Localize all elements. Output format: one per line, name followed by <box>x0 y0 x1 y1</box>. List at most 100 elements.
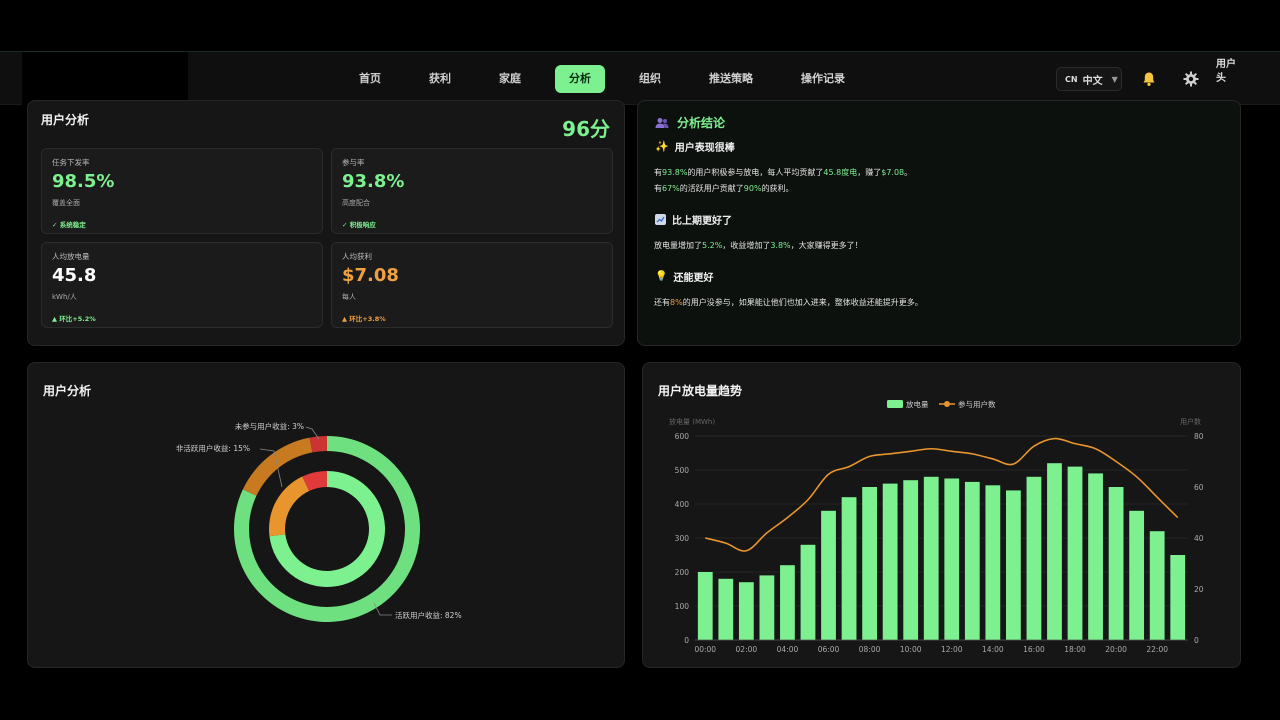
bar-22:00[interactable] <box>1149 531 1165 640</box>
y-tick-right-4: 80 <box>1194 432 1204 441</box>
y-tick-left-0: 0 <box>684 636 689 645</box>
nav-item-5[interactable]: 推送策略 <box>695 65 767 93</box>
bar-23:00[interactable] <box>1170 555 1186 640</box>
overview-title: 用户分析 <box>41 113 90 127</box>
label-non-participating-users: 未参与用户收益: 3% <box>235 421 304 431</box>
metric-card-profit-per-user: 人均获利 $7.08 每人 ▲ 环比+3.8% <box>331 242 613 328</box>
label-active-users: 活跃用户收益: 82% <box>395 610 462 620</box>
bar-16:00[interactable] <box>1026 476 1042 640</box>
metric-subtext: kWh/人 <box>52 293 77 301</box>
x-tick-11: 22:00 <box>1146 645 1168 654</box>
metric-label: 任务下发率 <box>52 158 90 167</box>
y-axis-right-title: 用户数 <box>1180 417 1201 426</box>
section-2-title: 比上期更好了 <box>672 216 732 227</box>
nav-item-4[interactable]: 组织 <box>625 65 675 93</box>
y-tick-right-0: 0 <box>1194 636 1199 645</box>
bar-14:00[interactable] <box>985 485 1001 640</box>
bar-17:00[interactable] <box>1047 463 1062 640</box>
conclusion-title: 分析结论 <box>677 116 726 130</box>
nav-item-0[interactable]: 首页 <box>345 65 395 93</box>
bar-02:00[interactable] <box>738 582 754 640</box>
bar-06:00[interactable] <box>821 510 836 640</box>
bar-19:00[interactable] <box>1088 473 1103 640</box>
metric-value: 98.5% <box>52 171 115 192</box>
x-tick-7: 14:00 <box>982 645 1004 654</box>
user-analysis-overview-card: 用户分析 96分 任务下发率 98.5% 覆盖全面 ✓ 系统稳定 参与率 93.… <box>27 100 625 346</box>
legend-swatch-discharge[interactable] <box>887 400 903 408</box>
x-tick-4: 08:00 <box>859 645 881 654</box>
overall-score: 96分 <box>562 117 610 141</box>
metric-note: ▲ 环比+3.8% <box>342 315 386 323</box>
y-tick-left-2: 200 <box>675 568 690 577</box>
x-tick-9: 18:00 <box>1064 645 1086 654</box>
logo[interactable] <box>22 52 188 106</box>
nav-item-6[interactable]: 操作记录 <box>787 65 859 93</box>
metric-note: ▲ 环比+5.2% <box>52 315 96 323</box>
chevron-down-icon: ▼ <box>1111 74 1118 84</box>
bar-04:00[interactable] <box>780 565 795 640</box>
legend-label-discharge: 放电量 <box>906 399 929 409</box>
legend-marker-users[interactable] <box>944 401 950 407</box>
metric-card-participation-rate: 参与率 93.8% 高度配合 ✓ 积极响应 <box>331 148 613 234</box>
avatar-alt-text: 用户头 <box>1216 59 1236 84</box>
section-1-header: ✨ 用户表现很棒 <box>655 139 735 154</box>
bar-18:00[interactable] <box>1067 466 1083 640</box>
bar-03:00[interactable] <box>759 575 775 640</box>
bar-08:00[interactable] <box>862 487 877 640</box>
section-3-text: 还有8%的用户没参与，如果能让他们也加入进来，整体收益还能提升更多。 <box>654 295 923 311</box>
metric-label: 人均获利 <box>342 252 372 261</box>
y-tick-right-1: 20 <box>1194 585 1204 594</box>
donut-chart: 非活跃用户收益: 15% 未参与用户收益: 3% 活跃用户收益: 82% <box>176 421 462 622</box>
inner-slice-1[interactable] <box>269 476 310 537</box>
avatar[interactable]: 用户头 <box>1216 58 1242 102</box>
language-select[interactable]: CN 中文 ▼ <box>1056 67 1122 91</box>
nav-item-3[interactable]: 分析 <box>555 65 605 93</box>
bar-11:00[interactable] <box>923 476 939 640</box>
bar-20:00[interactable] <box>1108 487 1124 640</box>
y-tick-left-1: 100 <box>675 602 690 611</box>
analysis-conclusion-card: 分析结论 ✨ 用户表现很棒 有93.8%的用户积极参与放电，每人平均贡献了45.… <box>637 100 1241 346</box>
metric-value: $7.08 <box>342 265 399 286</box>
metric-note: ✓ 积极响应 <box>342 221 376 229</box>
legend-label-users: 参与用户数 <box>958 399 996 409</box>
top-navbar: 首页 获利 家庭 分析 组织 推送策略 操作记录 CN 中文 ▼ 用户头 <box>0 51 1280 106</box>
nav-item-2[interactable]: 家庭 <box>485 65 535 93</box>
trend-chart: 放电量 参与用户数放电量 (MWh) 用户数01002003004005006000… <box>669 399 1204 654</box>
lang-flag: CN <box>1065 74 1078 84</box>
x-tick-2: 04:00 <box>777 645 799 654</box>
bar-00:00[interactable] <box>697 572 713 640</box>
bar-13:00[interactable] <box>964 481 980 640</box>
bell-icon[interactable] <box>1141 71 1157 87</box>
metric-subtext: 覆盖全面 <box>52 199 80 207</box>
metric-label: 参与率 <box>342 158 365 167</box>
bar-05:00[interactable] <box>800 544 816 640</box>
gear-icon[interactable] <box>1183 71 1199 87</box>
users-icon <box>655 117 669 128</box>
bar-21:00[interactable] <box>1129 510 1145 640</box>
chart-up-icon <box>655 214 666 225</box>
section-2-text: 放电量增加了5.2%，收益增加了3.8%，大家赚得更多了！ <box>654 238 863 254</box>
sparkles-icon: ✨ <box>655 140 669 153</box>
bar-07:00[interactable] <box>841 497 857 640</box>
x-tick-5: 10:00 <box>900 645 922 654</box>
metric-value: 93.8% <box>342 171 405 192</box>
section-3-header: 💡 还能更好 <box>655 269 713 284</box>
nav-item-1[interactable]: 获利 <box>415 65 465 93</box>
label-inactive-users: 非活跃用户收益: 15% <box>176 443 250 453</box>
users-line <box>705 437 1179 552</box>
section-3-title: 还能更好 <box>673 273 714 284</box>
bar-09:00[interactable] <box>882 483 898 640</box>
section-1-title: 用户表现很棒 <box>674 143 735 154</box>
lang-label: 中文 <box>1082 75 1103 87</box>
bar-10:00[interactable] <box>903 480 919 640</box>
x-tick-8: 16:00 <box>1023 645 1045 654</box>
metric-note: ✓ 系统稳定 <box>52 221 86 229</box>
bar-15:00[interactable] <box>1006 490 1021 640</box>
bar-12:00[interactable] <box>944 478 960 641</box>
bar-01:00[interactable] <box>718 578 734 640</box>
y-tick-right-2: 40 <box>1194 534 1204 543</box>
user-analysis-donut-card: 用户分析 非活跃用户收益: 15% 未参与用户收益: 3% 活跃用户收益: 82% <box>27 362 625 668</box>
discharge-trend-card: 用户放电量趋势 放电量 参与用户数 放电量 (MWh) 用户数 0 100 200 300 40… <box>642 362 1241 668</box>
x-tick-0: 00:00 <box>694 645 716 654</box>
y-tick-right-3: 60 <box>1194 483 1204 492</box>
